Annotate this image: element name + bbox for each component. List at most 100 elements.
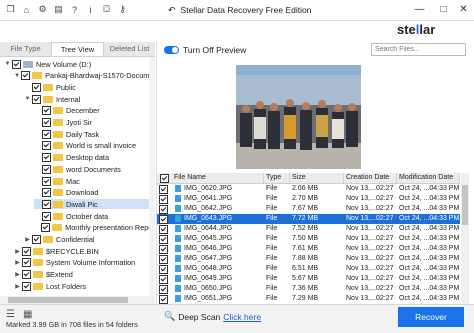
tree-checkbox[interactable] [22,270,31,280]
tree-checkbox[interactable] [22,281,31,291]
search-input[interactable] [371,43,466,56]
col-file-name[interactable]: File Name [168,173,264,183]
tree-checkbox[interactable] [42,188,51,198]
expand-toggle-icon[interactable]: ▶ [14,248,21,255]
recover-button[interactable]: Recover [398,307,464,327]
tree-item[interactable]: word Documents [34,164,149,174]
tree-checkbox[interactable] [21,71,31,81]
table-row[interactable]: IMG_0651.JPG File 7.29 MB Nov 13,...02:27 P… [157,294,460,304]
tree-checkbox[interactable] [32,94,41,104]
col-type[interactable]: Type [264,173,290,183]
deep-scan-link[interactable]: Click here [223,312,261,322]
table-row[interactable]: IMG_0649.JPG File 5.67 MB Nov 13,...02:27 P… [157,274,460,284]
scroll-thumb[interactable] [462,185,468,225]
tree-checkbox[interactable] [42,164,51,174]
tree-checkbox[interactable] [12,59,21,69]
file-list-scrollbar[interactable] [461,173,469,304]
tree-checkbox[interactable] [42,118,51,127]
row-checkbox[interactable] [159,225,168,234]
tree-checkbox[interactable] [42,199,51,209]
tree-checkbox[interactable] [22,246,31,256]
info-icon[interactable]: i [84,3,97,16]
expand-toggle-icon[interactable]: ▼ [14,73,20,79]
cart-icon[interactable]: ⛋ [100,3,113,16]
expand-toggle-icon[interactable]: ▼ [24,96,31,102]
table-row[interactable]: IMG_0646.JPG File 7.61 MB Nov 13,...02:27 P… [157,244,460,254]
tree-checkbox[interactable] [41,223,51,233]
back-arrow-icon[interactable]: ↶ [168,5,176,15]
tree-horizontal-scrollbar[interactable] [0,296,155,304]
tree-checkbox[interactable] [42,153,51,163]
copy-icon[interactable]: ❐ [4,3,17,16]
row-checkbox[interactable] [159,235,168,244]
row-checkbox[interactable] [159,205,168,214]
select-all-checkbox-col[interactable] [157,173,169,183]
preview-toggle[interactable] [164,46,179,54]
expand-toggle-icon[interactable]: ▼ [4,61,11,67]
tab-tree-view[interactable]: Tree View [51,42,104,56]
tree-item[interactable]: ▶ System Volume Information [14,258,149,268]
tree-item[interactable]: Jyoti Sir [34,118,149,128]
tree-item[interactable]: Diwali Pic [34,199,149,210]
table-row[interactable]: IMG_0641.JPG File 2.70 MB Nov 13,...02:27 P… [157,194,460,204]
close-button[interactable]: ✕ [456,2,471,17]
table-row[interactable]: IMG_0648.JPG File 6.51 MB Nov 13,...02:27 P… [157,264,460,274]
tree-checkbox[interactable] [32,82,41,92]
row-checkbox[interactable] [159,255,168,264]
expand-toggle-icon[interactable]: ▶ [24,236,31,243]
row-checkbox[interactable] [159,295,168,304]
tree-item[interactable]: ▶ Confidential [24,235,149,245]
tree-item[interactable]: Monthly presentation Reports [34,223,149,233]
expand-toggle-icon[interactable]: ▶ [14,259,21,266]
row-checkbox[interactable] [159,265,168,274]
tree-item[interactable]: ▼ New Volume (D:) [4,59,149,69]
tree-item[interactable]: December [34,106,149,116]
table-row[interactable]: IMG_0644.JPG File 7.52 MB Nov 13,...02:27 P… [157,224,460,234]
col-modification-date[interactable]: Modification Date [397,173,460,183]
table-row[interactable]: IMG_0650.JPG File 7.36 MB Nov 13,...02:27 P… [157,284,460,294]
tree-checkbox[interactable] [42,176,51,186]
tab-deleted-list[interactable]: Deleted List [104,42,155,56]
table-row[interactable]: IMG_0647.JPG File 7.88 MB Nov 13,...02:27 P… [157,254,460,264]
col-size[interactable]: Size [290,173,344,183]
table-row[interactable]: IMG_0645.JPG File 7.50 MB Nov 13,...02:27 P… [157,234,460,244]
tree-checkbox[interactable] [42,141,51,151]
col-creation-date[interactable]: Creation Date [344,173,397,183]
tree-checkbox[interactable] [42,211,51,221]
tree-item[interactable]: Mac [34,176,149,186]
tree-item[interactable]: Download [34,188,149,198]
tree-item[interactable]: Public [24,82,149,92]
list-view-icon[interactable]: ☰ [6,309,15,320]
tree-item[interactable]: ▼ Internal [24,94,149,104]
row-checkbox[interactable] [159,275,168,284]
chart-icon[interactable]: ▤ [52,3,65,16]
row-checkbox[interactable] [159,195,168,204]
row-checkbox[interactable] [159,245,168,254]
minimize-button[interactable]: — [412,2,427,17]
table-row[interactable]: IMG_0643.JPG File 7.72 MB Nov 13,...02:27 P… [157,214,460,224]
row-checkbox[interactable] [159,185,168,194]
tree-checkbox[interactable] [22,258,31,268]
tree-item[interactable]: ▼ Pankaj-Bhardwaj-S1570-Documents [14,71,149,81]
expand-toggle-icon[interactable]: ▶ [14,271,21,278]
row-checkbox[interactable] [159,215,168,224]
scroll-thumb[interactable] [8,297,128,303]
tree-checkbox[interactable] [32,235,41,244]
tree-item[interactable]: ▶ $RECYCLE.BIN [14,246,149,256]
tree-item[interactable]: ▶ Lost Folders [14,281,149,291]
grid-view-icon[interactable]: ▦ [23,309,32,320]
tree-item[interactable]: World is small invoice [34,141,149,151]
expand-toggle-icon[interactable]: ▶ [14,283,21,290]
tree-item[interactable]: ▶ $Extend [14,270,149,280]
tree-vertical-scrollbar[interactable] [149,57,155,296]
table-row[interactable]: IMG_0620.JPG File 2.66 MB Nov 13,...02:27 P… [157,184,460,194]
tree-checkbox[interactable] [42,106,51,116]
key-icon[interactable]: ⚷ [116,3,129,16]
gear-icon[interactable]: ⚙ [36,3,49,16]
row-checkbox[interactable] [159,285,168,294]
table-row[interactable]: IMG_0642.JPG File 7.67 MB Nov 13,...02:27 P… [157,204,460,214]
home-icon[interactable]: ⌂ [20,3,33,16]
maximize-button[interactable]: □ [436,2,451,17]
tree-item[interactable]: Desktop data [34,153,149,163]
tree-item[interactable]: October data [34,211,149,221]
